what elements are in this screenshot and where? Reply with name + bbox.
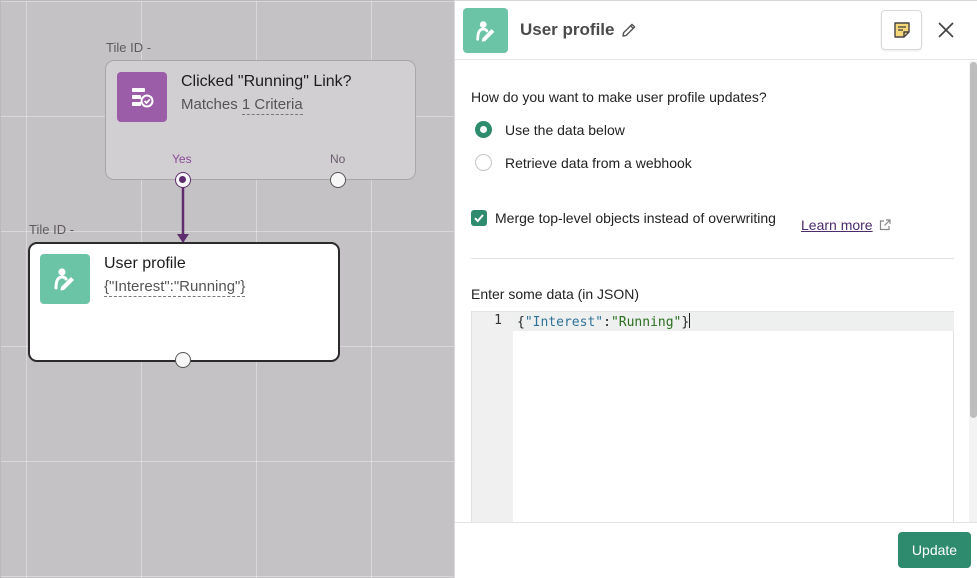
radio-button-checked[interactable]	[475, 121, 492, 138]
merge-objects-checkbox[interactable]	[471, 210, 487, 226]
workflow-canvas[interactable]: Tile ID - Clicked "Running" Link? Matche…	[0, 0, 454, 578]
radio-button[interactable]	[475, 154, 492, 171]
token-brace-open: {	[517, 315, 525, 330]
user-profile-icon	[40, 254, 90, 304]
radio-label: Retrieve data from a webhook	[505, 154, 692, 171]
radio-label: Use the data below	[505, 121, 625, 138]
update-button[interactable]: Update	[898, 532, 971, 568]
merge-objects-label: Merge top-level objects instead of overw…	[495, 210, 776, 226]
update-method-question: How do you want to make user profile upd…	[471, 89, 767, 105]
note-icon	[893, 22, 910, 38]
profile-tile-title: User profile	[104, 255, 186, 272]
text-cursor	[689, 313, 691, 328]
profile-tile-subtitle: {"Interest":"Running"}	[104, 278, 246, 297]
panel-header: User profile	[455, 0, 977, 60]
external-link-icon	[879, 219, 891, 231]
token-brace-close: }	[681, 315, 690, 330]
learn-more-text[interactable]: Learn more	[801, 217, 873, 233]
check-icon	[474, 214, 484, 223]
notes-button[interactable]	[881, 10, 922, 50]
panel-scrollbar-thumb[interactable]	[970, 62, 977, 418]
yes-output-port[interactable]	[175, 172, 191, 188]
user-profile-panel: User profile How do you want to make use…	[454, 0, 977, 578]
merge-objects-row[interactable]: Merge top-level objects instead of overw…	[471, 210, 776, 226]
editor-gutter	[472, 312, 513, 522]
code-line[interactable]: {"Interest":"Running"}	[517, 313, 691, 330]
user-profile-tile[interactable]: User profile {"Interest":"Running"}	[28, 242, 340, 362]
token-value: "Running"	[610, 315, 682, 330]
panel-body: How do you want to make user profile upd…	[455, 61, 969, 522]
profile-output-port[interactable]	[175, 352, 191, 368]
profile-tile-id-label: Tile ID -	[29, 222, 75, 237]
line-number: 1	[494, 313, 502, 328]
no-output-port[interactable]	[330, 172, 346, 188]
json-code-editor[interactable]: 1 {"Interest":"Running"}	[471, 311, 954, 522]
radio-retrieve-webhook[interactable]: Retrieve data from a webhook	[475, 154, 692, 171]
token-colon: :	[603, 315, 611, 330]
close-icon[interactable]	[936, 20, 956, 40]
profile-tile-subtitle-wrap: {"Interest":"Running"}	[104, 278, 246, 297]
section-divider	[471, 258, 954, 259]
pencil-icon[interactable]	[620, 21, 638, 39]
token-key: "Interest"	[524, 315, 604, 330]
json-input-label: Enter some data (in JSON)	[471, 286, 640, 302]
panel-title: User profile	[520, 20, 615, 39]
user-profile-icon	[463, 8, 508, 53]
radio-use-data-below[interactable]: Use the data below	[475, 121, 625, 138]
learn-more-link[interactable]: Learn more	[801, 217, 892, 233]
panel-footer: Update	[455, 522, 977, 578]
